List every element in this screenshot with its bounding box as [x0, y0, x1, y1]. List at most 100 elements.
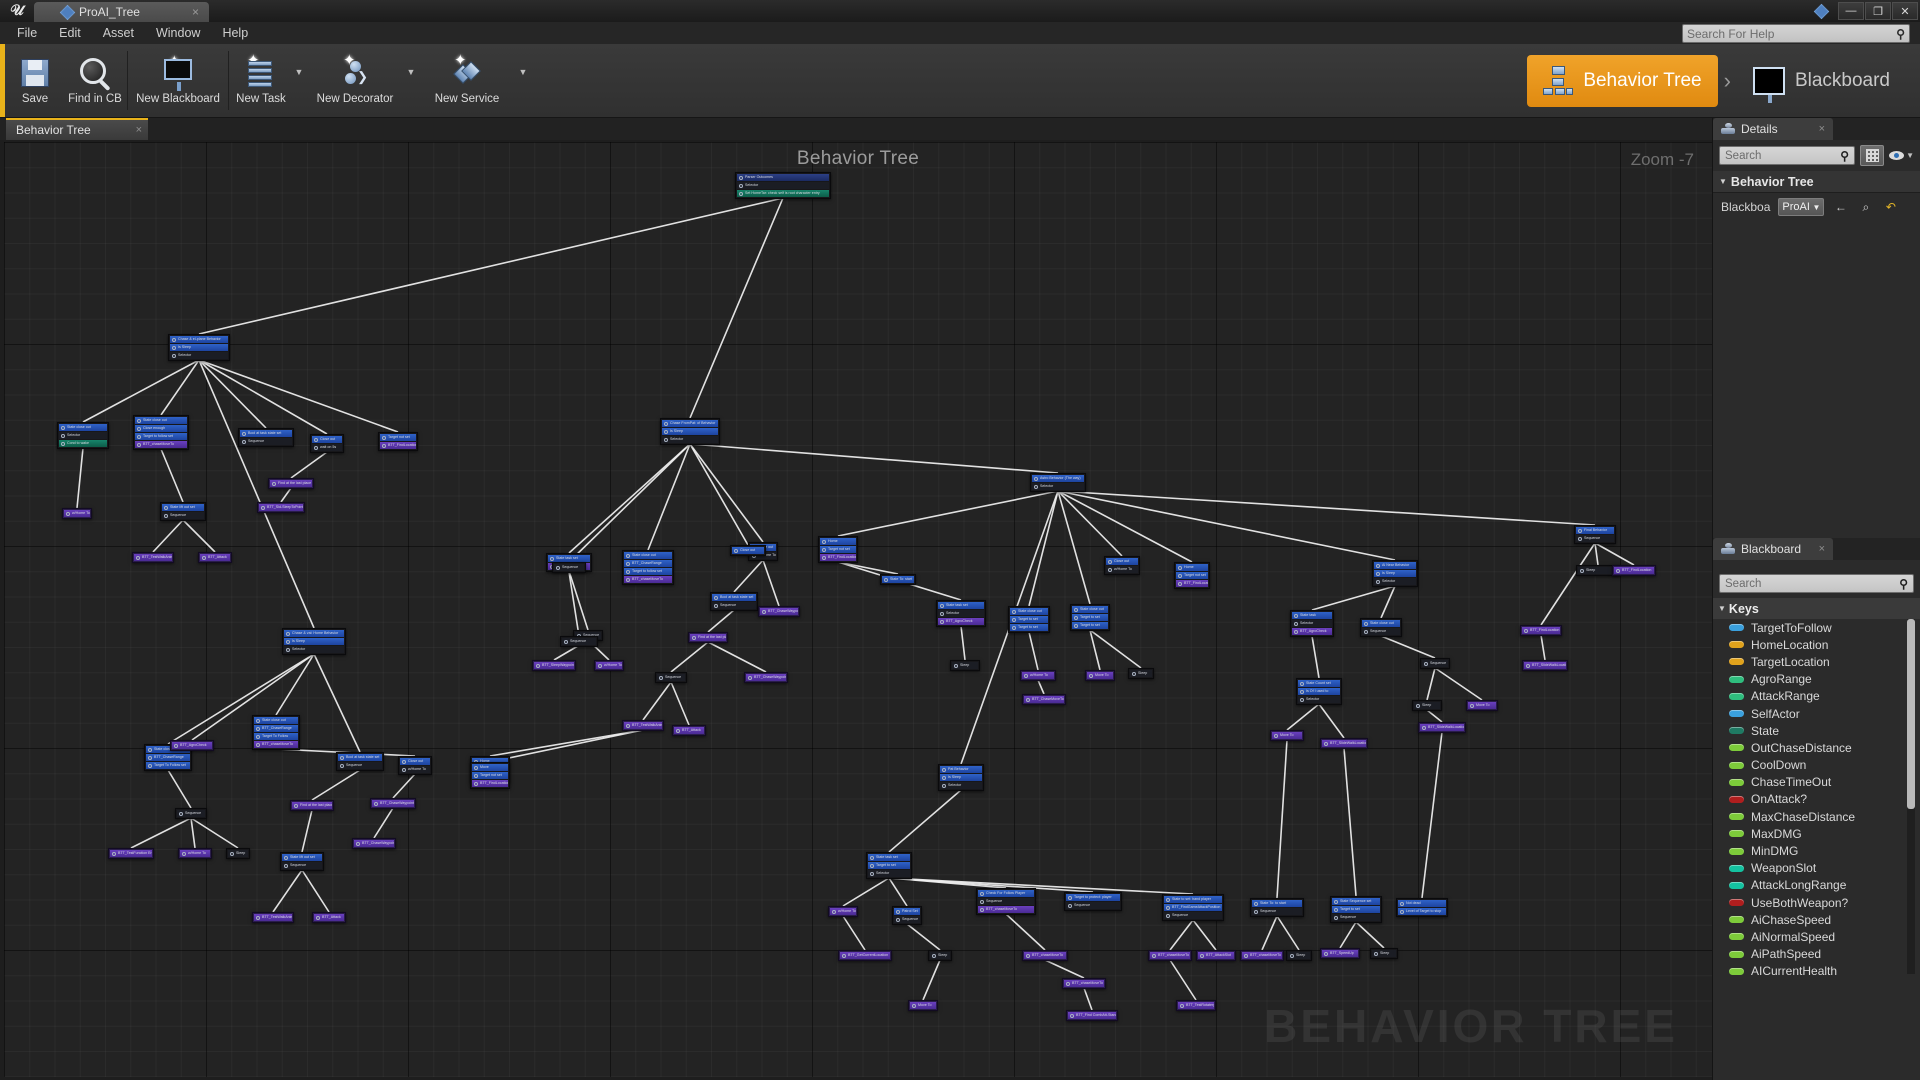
behavior-tree-node[interactable]: Close out w/Home To	[1104, 556, 1140, 575]
new-service-dropdown-icon[interactable]: ▼	[515, 44, 531, 117]
document-tab-close-icon[interactable]: ×	[128, 124, 142, 136]
asset-tab[interactable]: ProAI_Tree ×	[34, 2, 209, 22]
blackboard-key-row[interactable]: AttackRange	[1713, 688, 1920, 705]
behavior-tree-node[interactable]: Sleep	[950, 660, 980, 671]
behavior-tree-node[interactable]: BTT_Find CombAtt-Stance	[1066, 1010, 1118, 1021]
behavior-tree-node[interactable]: State close out Close enough Target to fol…	[133, 415, 189, 450]
behavior-tree-node[interactable]: State Count set Is Of I used to Selector	[1296, 678, 1342, 705]
new-blackboard-button[interactable]: ✦ New Blackboard	[130, 44, 226, 117]
behavior-tree-node[interactable]: Find at the last place	[290, 800, 334, 811]
behavior-tree-node[interactable]: Sleep	[226, 848, 250, 859]
close-button[interactable]: ✕	[1892, 2, 1918, 20]
behavior-tree-node[interactable]: BTT_Attack	[312, 912, 346, 923]
behavior-tree-node[interactable]: Sequence	[560, 636, 598, 647]
new-task-dropdown-icon[interactable]: ▼	[291, 44, 307, 117]
details-section-behavior-tree[interactable]: ▼ Behavior Tree	[1713, 171, 1920, 193]
behavior-tree-node[interactable]: Astro Behavior (The way) Selector	[1030, 473, 1086, 492]
details-tab[interactable]: Details ×	[1713, 118, 1833, 140]
grid-view-button[interactable]	[1860, 145, 1885, 166]
behavior-tree-node[interactable]: BTT_SlideWalkLocation	[1418, 722, 1466, 733]
behavior-tree-node[interactable]: BTT_AttackSlot	[1196, 950, 1236, 961]
behavior-tree-node[interactable]: Bool at task state set Sequence	[238, 428, 294, 447]
new-service-button[interactable]: ✦ New Service	[419, 44, 515, 117]
blackboard-key-row[interactable]: WeaponSlot	[1713, 860, 1920, 877]
behavior-tree-node[interactable]: Sleep	[1128, 668, 1154, 679]
behavior-tree-node[interactable]: Final Behavior Sequence	[1574, 525, 1616, 544]
help-search-input[interactable]: Search For Help ⚲	[1682, 24, 1910, 43]
blackboard-key-row[interactable]: CoolDown	[1713, 757, 1920, 774]
blackboard-tab-close-icon[interactable]: ×	[1819, 543, 1825, 555]
blackboard-key-row[interactable]: OnAttack?	[1713, 791, 1920, 808]
behavior-tree-node[interactable]: Not dead Level of Target to stop	[1396, 898, 1448, 917]
behavior-tree-node[interactable]: BTT_TestFunction Errors	[108, 848, 154, 859]
behavior-tree-node[interactable]: BTT_Attack	[672, 725, 706, 736]
behavior-tree-node[interactable]: Ai Near Behavior Is Sleep Selector	[1372, 560, 1418, 587]
behavior-tree-node[interactable]: Bool at task state set Sequence	[336, 752, 384, 771]
mode-behavior-tree[interactable]: Behavior Tree	[1527, 55, 1718, 107]
behavior-tree-node[interactable]: Target to protect: player Sequence	[1064, 892, 1122, 911]
behavior-tree-node[interactable]: Close out wait on 5s	[310, 434, 344, 453]
behavior-tree-node[interactable]: State lift out set Sequence	[280, 852, 324, 871]
menu-item-window[interactable]: Window	[145, 24, 211, 42]
menu-item-file[interactable]: File	[6, 24, 48, 42]
asset-tab-close-icon[interactable]: ×	[188, 5, 203, 19]
behavior-tree-node[interactable]: Sequence	[1420, 658, 1450, 669]
behavior-tree-node[interactable]: Home Target not set BTT_FindLocation	[818, 536, 858, 563]
behavior-tree-node[interactable]: Move To	[1270, 730, 1304, 741]
behavior-tree-node[interactable]: Parser Outcomes Selector Set HomeTar: chec…	[735, 172, 831, 199]
behavior-tree-node[interactable]: BTT_AgroCheck	[170, 740, 214, 751]
behavior-tree-node[interactable]: BTT_SlideWalkLocation	[1522, 660, 1568, 671]
behavior-tree-node[interactable]: BTT_ChaseWaypoint	[744, 672, 788, 683]
behavior-tree-node[interactable]: State close out Target to set Target to se…	[1008, 606, 1050, 633]
behavior-tree-node[interactable]: Sleep	[1286, 950, 1312, 961]
blackboard-tab[interactable]: Blackboard ×	[1713, 538, 1833, 560]
behavior-tree-node[interactable]: State To: to start Sequence	[1250, 898, 1304, 917]
behavior-tree-node[interactable]: Sequence	[552, 562, 586, 573]
behavior-tree-node[interactable]: Target not set BTT_FindLocation	[378, 432, 418, 451]
behavior-tree-node[interactable]: BTT_TestWalkAnim	[132, 552, 174, 563]
behavior-tree-node[interactable]: Home Target not set BTT_FindLocation	[1174, 562, 1210, 589]
blackboard-key-row[interactable]: AiPathSpeed	[1713, 946, 1920, 963]
blackboard-key-row[interactable]: TargetLocation	[1713, 653, 1920, 670]
behavior-tree-node[interactable]: BTT_SpeedUp	[1320, 948, 1360, 959]
behavior-tree-node[interactable]: BTT_Attack	[198, 552, 232, 563]
behavior-tree-node[interactable]: State task set Target to set Selector	[866, 852, 912, 879]
behavior-tree-node[interactable]: State close out BTT_ChaseRange Target to f…	[622, 550, 674, 585]
behavior-tree-node[interactable]: BTT_ChaseWaypoint	[758, 606, 800, 617]
document-tab-behavior-tree[interactable]: Behavior Tree ×	[6, 118, 148, 140]
behavior-tree-node[interactable]: Bool at task state set Sequence	[710, 592, 758, 611]
visibility-toggle[interactable]: ▼	[1889, 151, 1914, 160]
behavior-tree-node[interactable]: Chase & val: Home Behavior Is Sleep Select…	[282, 628, 346, 655]
behavior-tree-node[interactable]: State to set: hand player BTT_FindGameAtt…	[1162, 894, 1224, 921]
behavior-tree-node[interactable]: BTT_ChaseWaypoint	[352, 838, 396, 849]
behavior-tree-node[interactable]: BTT_chaseMoveTo	[1240, 950, 1284, 961]
behavior-tree-node[interactable]: Sleep	[928, 950, 952, 961]
arrow-left-icon[interactable]: ←	[1832, 199, 1849, 216]
restore-button[interactable]: ❐	[1865, 2, 1891, 20]
behavior-tree-node[interactable]: BTT_Sid-SleepToPoint	[257, 502, 305, 513]
blackboard-key-row[interactable]: OutChaseDistance	[1713, 739, 1920, 756]
menu-item-asset[interactable]: Asset	[92, 24, 145, 42]
behavior-tree-node[interactable]: w/Home To	[828, 906, 858, 917]
behavior-tree-node[interactable]: BTT_ChaseWaypoint	[370, 798, 416, 809]
reset-arrow-icon[interactable]: ↶	[1882, 199, 1899, 216]
magnifier-icon[interactable]: ⌕	[1857, 199, 1874, 216]
behavior-tree-node[interactable]: State task Selector BTT_AgroCheck	[1290, 610, 1334, 637]
behavior-tree-node[interactable]: Close out w/Home To	[398, 756, 432, 775]
behavior-tree-node[interactable]: BTT_FindLocation	[1520, 625, 1562, 636]
behavior-tree-node[interactable]: Close out	[730, 545, 766, 556]
blackboard-key-row[interactable]: UseBothWeapon?	[1713, 894, 1920, 911]
behavior-tree-node[interactable]: Move To	[908, 1000, 938, 1011]
behavior-tree-node[interactable]: State lift out set Sequence	[160, 502, 206, 521]
behavior-tree-node[interactable]: BTT_FindLocation	[1612, 565, 1656, 576]
behavior-tree-node[interactable]: Sequence	[175, 808, 207, 819]
behavior-tree-node[interactable]: BTT_GetCurrentLocation	[838, 950, 892, 961]
blackboard-key-row[interactable]: State	[1713, 722, 1920, 739]
behavior-tree-node[interactable]: Sequence	[655, 672, 687, 683]
find-in-cb-button[interactable]: Find in CB	[65, 44, 125, 117]
blackboard-key-row[interactable]: AICurrentHealth	[1713, 963, 1920, 980]
behavior-tree-node[interactable]: w/Home To	[1020, 670, 1056, 681]
behavior-tree-node[interactable]: BTT_TestWalkAnim	[622, 720, 664, 731]
save-button[interactable]: Save	[5, 44, 65, 117]
blackboard-key-row[interactable]: TargetToFollow	[1713, 619, 1920, 636]
